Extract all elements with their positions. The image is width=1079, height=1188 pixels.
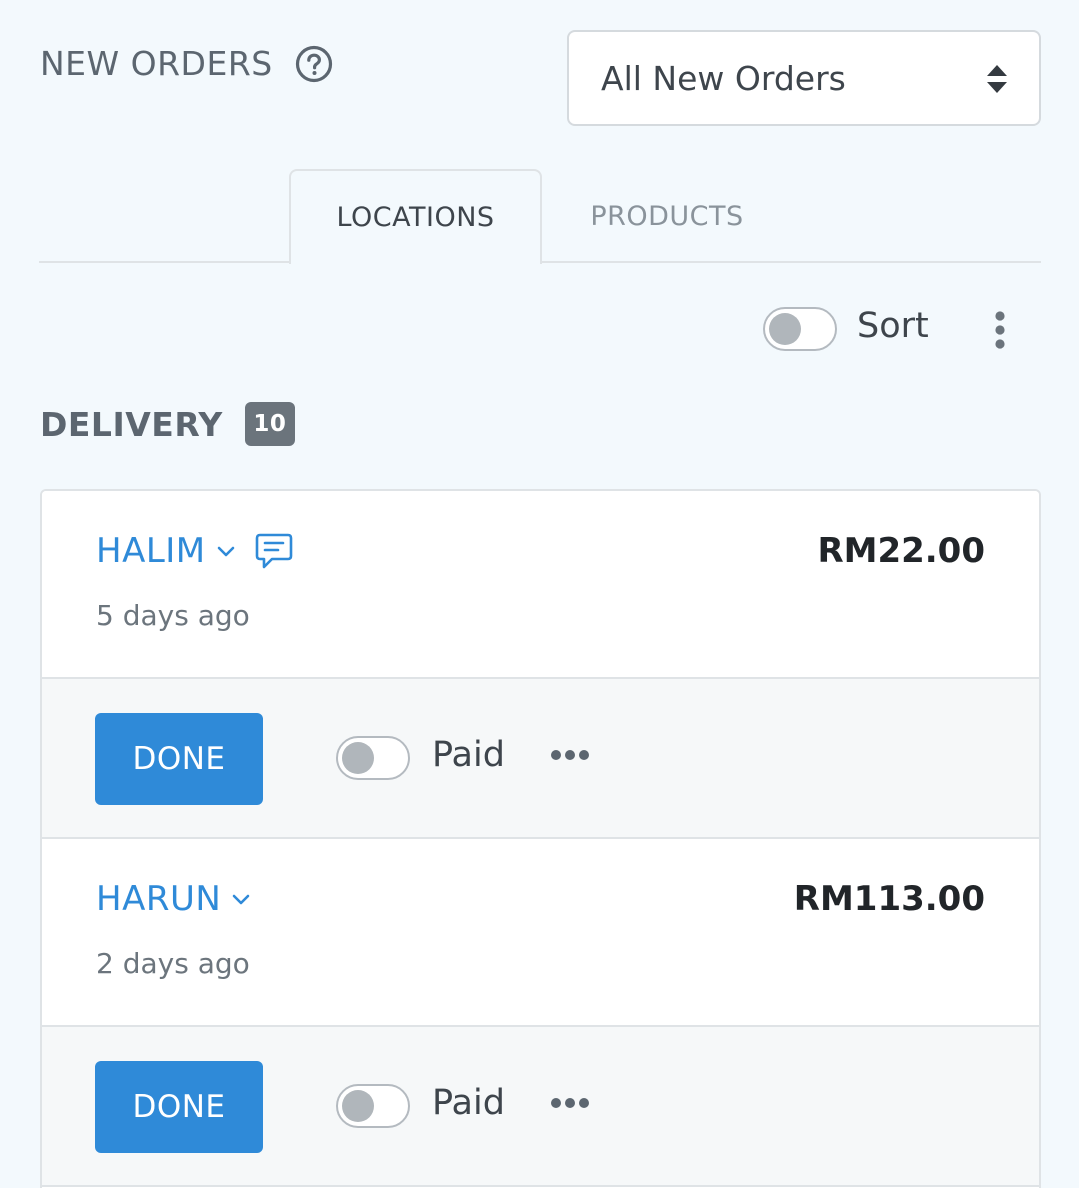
sort-arrows-icon	[987, 65, 1007, 93]
order-actions: DONE Paid	[42, 1025, 1039, 1187]
message-icon[interactable]	[254, 531, 294, 571]
customer-dropdown[interactable]: HARUN	[96, 879, 251, 919]
section-title: DELIVERY	[40, 404, 223, 444]
tab-bar: LOCATIONS PRODUCTS	[39, 169, 1041, 264]
more-horizontal-icon[interactable]	[550, 748, 590, 762]
order-filter-select[interactable]: All New Orders	[567, 30, 1041, 126]
tab-products[interactable]: PRODUCTS	[542, 169, 792, 263]
toggle-knob	[342, 1090, 374, 1122]
chevron-down-icon	[232, 894, 250, 905]
customer-dropdown[interactable]: HALIM	[96, 531, 294, 571]
tab-locations[interactable]: LOCATIONS	[289, 169, 542, 264]
toggle-knob	[342, 742, 374, 774]
order-total: RM22.00	[817, 531, 985, 571]
more-horizontal-icon[interactable]	[550, 1096, 590, 1110]
orders-page: NEW ORDERS All New Orders LOCATIONS PROD…	[0, 0, 1079, 1188]
sort-label: Sort	[857, 306, 929, 346]
page-title: NEW ORDERS	[40, 44, 273, 83]
customer-name: HARUN	[96, 879, 222, 919]
sort-toggle[interactable]	[763, 307, 837, 351]
done-button[interactable]: DONE	[95, 1061, 263, 1153]
paid-label: Paid	[432, 1083, 505, 1123]
chevron-down-icon	[217, 546, 234, 557]
delivery-section-header: DELIVERY 10	[40, 402, 295, 446]
order-time: 5 days ago	[96, 599, 250, 632]
toggle-knob	[769, 313, 801, 345]
paid-toggle[interactable]	[336, 736, 410, 780]
order-actions: DONE Paid	[42, 677, 1039, 839]
paid-label: Paid	[432, 735, 505, 775]
order-total: RM113.00	[793, 879, 985, 919]
question-circle-icon[interactable]	[295, 45, 333, 83]
done-button[interactable]: DONE	[95, 713, 263, 805]
customer-name: HALIM	[96, 531, 206, 571]
page-header: NEW ORDERS	[40, 44, 333, 83]
vertical-dots-icon[interactable]	[990, 310, 1010, 350]
order-time: 2 days ago	[96, 947, 250, 980]
order-card-header: HARUN RM113.00 2 days ago	[42, 839, 1039, 1025]
order-count-badge: 10	[244, 402, 295, 446]
order-filter-value: All New Orders	[601, 58, 846, 98]
order-list: HALIM RM22.00 5 days ago DONE Paid HARUN…	[40, 489, 1041, 1188]
paid-toggle[interactable]	[336, 1084, 410, 1128]
order-card-header: HALIM RM22.00 5 days ago	[42, 491, 1039, 677]
